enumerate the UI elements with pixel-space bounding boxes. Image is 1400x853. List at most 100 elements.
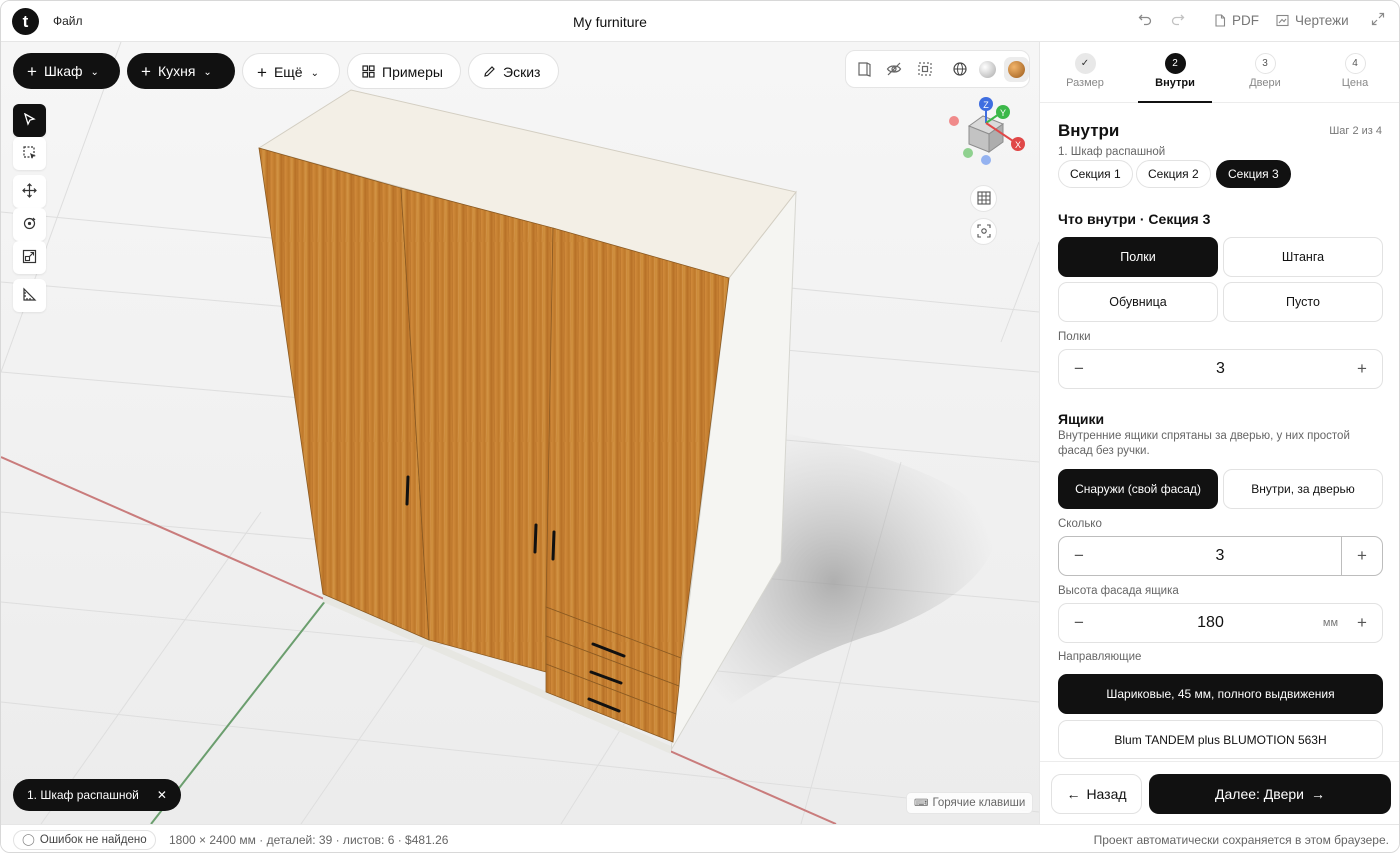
selection-chip[interactable]: 1. Шкаф распашной ✕ xyxy=(13,779,181,811)
rails-label: Направляющие xyxy=(1058,651,1142,663)
pdf-button[interactable]: PDF xyxy=(1214,13,1259,28)
drawings-button[interactable]: Чертежи xyxy=(1276,13,1349,28)
plus-icon: + xyxy=(141,62,151,81)
hide-icon[interactable] xyxy=(886,61,902,80)
validation-badge[interactable]: ◯ Ошибок не найдено xyxy=(13,830,156,850)
measure-icon[interactable] xyxy=(13,279,46,312)
redo-icon[interactable] xyxy=(1171,12,1185,29)
wireframe-icon[interactable] xyxy=(952,61,968,80)
selection-chip-label: 1. Шкаф распашной xyxy=(27,788,139,802)
add-kitchen-button[interactable]: + Кухня ⌄ xyxy=(127,53,235,89)
material-white[interactable] xyxy=(979,61,996,78)
shelves-stepper[interactable]: − 3 + xyxy=(1058,349,1383,389)
3d-viewport[interactable]: + Шкаф ⌄ + Кухня ⌄ + Ещё ⌄ Примеры Эскиз xyxy=(1,42,1039,824)
select-area-icon[interactable] xyxy=(917,61,933,80)
plus-icon[interactable]: + xyxy=(1342,350,1382,388)
facade-height-stepper[interactable]: − 180 мм + xyxy=(1058,603,1383,643)
grid-toggle-icon[interactable] xyxy=(970,185,997,212)
rail-option-blum[interactable]: Blum TANDEM plus BLUMOTION 563H xyxy=(1058,720,1383,759)
examples-button[interactable]: Примеры xyxy=(347,53,461,89)
option-shoe-rack[interactable]: Обувница xyxy=(1058,282,1218,322)
panel-title: Внутри xyxy=(1058,121,1120,140)
add-kitchen-label: Кухня xyxy=(157,63,196,79)
drawing-icon xyxy=(1276,14,1289,27)
section-tab-1[interactable]: Секция 1 xyxy=(1058,160,1133,188)
drawers-heading: Ящики xyxy=(1058,411,1105,427)
hotkeys-button[interactable]: ⌨ Горячие клавиши xyxy=(906,792,1034,814)
step-doors[interactable]: 3 Двери xyxy=(1220,42,1310,103)
next-button[interactable]: Далее: Двери → xyxy=(1149,774,1391,814)
facade-height-value[interactable]: 180 xyxy=(1099,604,1322,642)
drawer-count-value[interactable]: 3 xyxy=(1099,537,1342,575)
step-counter: Шаг 2 из 4 xyxy=(1329,125,1382,137)
option-empty[interactable]: Пусто xyxy=(1223,282,1383,322)
plus-icon[interactable]: + xyxy=(1342,537,1382,575)
expand-icon[interactable] xyxy=(1371,12,1385,29)
wizard-steps: ✓ Размер 2 Внутри 3 Двери 4 Цена xyxy=(1040,42,1399,103)
project-stats: 1800 × 2400 мм · деталей: 39 · листов: 6… xyxy=(169,833,449,847)
rail-option-ball[interactable]: Шариковые, 45 мм, полного выдвижения xyxy=(1058,674,1383,714)
gizmo-x-label: X xyxy=(1015,140,1021,150)
back-button[interactable]: ← Назад xyxy=(1051,774,1142,814)
sketch-button[interactable]: Эскиз xyxy=(468,53,559,89)
select-icon[interactable] xyxy=(13,104,46,137)
step-label: Внутри xyxy=(1155,77,1195,89)
facade-height-unit: мм xyxy=(1322,617,1338,629)
step-price[interactable]: 4 Цена xyxy=(1310,42,1399,103)
section-tab-3[interactable]: Секция 3 xyxy=(1216,160,1291,188)
keyboard-icon: ⌨ xyxy=(914,798,929,809)
minus-icon[interactable]: − xyxy=(1059,604,1099,642)
validation-label: Ошибок не найдено xyxy=(39,834,147,846)
3d-scene[interactable] xyxy=(1,42,1039,824)
option-shelves[interactable]: Полки xyxy=(1058,237,1218,277)
minus-icon[interactable]: − xyxy=(1059,350,1099,388)
step-label: Двери xyxy=(1249,77,1281,89)
arrow-left-icon: ← xyxy=(1066,786,1081,802)
document-title[interactable]: My furniture xyxy=(1,14,1219,30)
gizmo-y-label: Y xyxy=(1000,108,1006,118)
more-button[interactable]: + Ещё ⌄ xyxy=(242,53,340,89)
drawer-count-stepper[interactable]: − 3 + xyxy=(1058,536,1383,576)
minus-icon[interactable]: − xyxy=(1059,537,1099,575)
view-toolbar xyxy=(845,50,1030,88)
scale-icon[interactable] xyxy=(13,241,46,274)
section-tab-2[interactable]: Секция 2 xyxy=(1136,160,1211,188)
door-view-icon[interactable] xyxy=(856,61,872,80)
plus-icon[interactable]: + xyxy=(1342,604,1382,642)
autosave-note: Проект автоматически сохраняется в этом … xyxy=(1093,833,1389,847)
plus-icon: + xyxy=(27,62,37,81)
step-num: 4 xyxy=(1344,53,1366,74)
app-window: t Файл My furniture PDF Чертежи + Шкаф ⌄… xyxy=(0,0,1400,853)
grid-icon xyxy=(362,65,375,78)
option-rod[interactable]: Штанга xyxy=(1223,237,1383,277)
step-num: ✓ xyxy=(1074,53,1096,74)
undo-icon[interactable] xyxy=(1138,12,1152,29)
cabinet-name: 1. Шкаф распашной xyxy=(1058,146,1166,158)
drawers-description: Внутренние ящики спрятаны за дверью, у н… xyxy=(1058,430,1350,457)
add-cabinet-button[interactable]: + Шкаф ⌄ xyxy=(13,53,120,89)
facade-height-label: Высота фасада ящика xyxy=(1058,585,1179,597)
step-size[interactable]: ✓ Размер xyxy=(1040,42,1130,103)
focus-icon[interactable] xyxy=(970,218,997,245)
step-inside[interactable]: 2 Внутри xyxy=(1138,42,1212,103)
step-label: Цена xyxy=(1341,77,1369,89)
count-label: Сколько xyxy=(1058,518,1102,530)
close-icon[interactable]: ✕ xyxy=(157,788,167,802)
step-label: Размер xyxy=(1066,77,1104,89)
move-icon[interactable] xyxy=(13,175,46,208)
hotkeys-label: Горячие клавиши xyxy=(932,797,1026,809)
more-label: Ещё xyxy=(273,64,303,80)
rotate-icon[interactable] xyxy=(13,208,46,241)
pencil-icon xyxy=(484,66,495,77)
chevron-down-icon: ⌄ xyxy=(203,67,212,78)
panel-footer: ← Назад Далее: Двери → xyxy=(1040,761,1399,824)
box-select-icon[interactable] xyxy=(13,137,46,170)
drawer-mode-outside[interactable]: Снаружи (свой фасад) xyxy=(1058,469,1218,509)
axis-gizmo[interactable]: Z Y X xyxy=(947,94,1029,172)
shelves-value[interactable]: 3 xyxy=(1099,350,1342,388)
material-wood[interactable] xyxy=(1008,61,1025,78)
step-num: 3 xyxy=(1254,53,1276,74)
step-num: 2 xyxy=(1164,53,1186,74)
drawer-mode-inside[interactable]: Внутри, за дверью xyxy=(1223,469,1383,509)
status-bar: ◯ Ошибок не найдено 1800 × 2400 мм · дета… xyxy=(1,824,1399,852)
